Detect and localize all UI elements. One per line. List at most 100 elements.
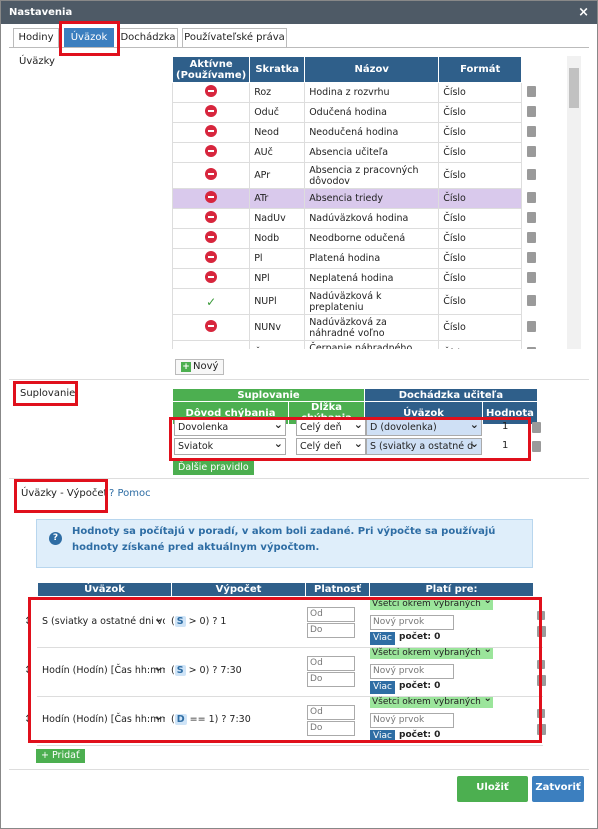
trash-icon[interactable] bbox=[527, 191, 537, 203]
trash-icon[interactable] bbox=[527, 125, 537, 137]
new-button[interactable]: + Nový bbox=[175, 359, 225, 375]
plati-select[interactable]: Všetci okrem vybraných bbox=[370, 693, 493, 708]
value-cell[interactable]: 1 bbox=[502, 440, 508, 451]
close-button[interactable]: Zatvoriť bbox=[532, 776, 584, 802]
plati-select[interactable]: Všetci okrem vybraných bbox=[370, 595, 493, 610]
add-rule-button[interactable]: Ďalšie pravidlo bbox=[173, 461, 254, 475]
delete-cell[interactable] bbox=[521, 162, 542, 189]
cell-active[interactable] bbox=[172, 82, 251, 103]
check-icon[interactable]: ✓ bbox=[206, 347, 216, 350]
cell-active[interactable] bbox=[172, 228, 251, 249]
table-row[interactable]: NUNv Nadúväzková za náhradné voľno Číslo bbox=[172, 314, 542, 341]
trash-icon[interactable] bbox=[537, 626, 546, 637]
cell-active[interactable] bbox=[172, 314, 251, 341]
trash-icon[interactable] bbox=[532, 441, 541, 452]
table-row[interactable]: ATr Absencia triedy Číslo bbox=[172, 188, 542, 209]
delete-cell[interactable] bbox=[521, 102, 542, 123]
novy-prvok-input[interactable]: Nový prvok bbox=[370, 615, 454, 630]
delete-cell[interactable] bbox=[521, 228, 542, 249]
do-input[interactable]: Do bbox=[307, 672, 355, 687]
tab-dochadzka[interactable]: Dochádzka bbox=[118, 28, 178, 47]
uvazky-scrollbar[interactable] bbox=[567, 56, 581, 349]
table-row[interactable]: Neod Neodučená hodina Číslo bbox=[172, 122, 542, 143]
minus-icon[interactable] bbox=[205, 231, 218, 243]
minus-icon[interactable] bbox=[205, 125, 218, 137]
trash-icon[interactable] bbox=[527, 145, 537, 157]
trash-icon[interactable] bbox=[527, 211, 537, 223]
uvazok-select[interactable]: Hodín (Hodín) [Čas hh:mm] bbox=[39, 663, 165, 680]
uvazok-select[interactable]: Hodín (Hodín) [Čas hh:mm] bbox=[39, 712, 165, 729]
cell-active[interactable] bbox=[172, 268, 251, 289]
trash-icon[interactable] bbox=[527, 346, 537, 349]
do-input[interactable]: Do bbox=[307, 623, 355, 638]
copy-icon[interactable] bbox=[537, 709, 545, 718]
table-row[interactable]: NadUv Nadúväzková hodina Číslo bbox=[172, 208, 542, 229]
copy-icon[interactable] bbox=[537, 660, 545, 669]
plati-select[interactable]: Všetci okrem vybraných bbox=[370, 644, 493, 659]
novy-prvok-input[interactable]: Nový prvok bbox=[370, 713, 454, 728]
trash-icon[interactable] bbox=[537, 675, 546, 686]
trash-icon[interactable] bbox=[527, 271, 537, 283]
delete-cell[interactable] bbox=[521, 248, 542, 269]
formula[interactable]: (S > 0) ? 7:30 bbox=[171, 665, 242, 676]
scrollbar-thumb[interactable] bbox=[569, 68, 579, 108]
trash-icon[interactable] bbox=[537, 724, 546, 735]
trash-icon[interactable] bbox=[527, 294, 537, 306]
minus-icon[interactable] bbox=[205, 211, 218, 223]
od-input[interactable]: Od bbox=[307, 607, 355, 622]
tab-hodiny[interactable]: Hodiny bbox=[13, 28, 59, 47]
minus-icon[interactable] bbox=[205, 320, 218, 332]
value-cell[interactable]: 1 bbox=[502, 421, 508, 432]
tab-pouzivatelske-prava[interactable]: Používateľské práva bbox=[182, 28, 287, 47]
delete-cell[interactable] bbox=[521, 288, 542, 315]
length-select[interactable]: Celý deň bbox=[296, 438, 366, 455]
minus-icon[interactable] bbox=[205, 85, 218, 97]
minus-icon[interactable] bbox=[205, 145, 218, 157]
drag-handle-icon[interactable]: ↕ bbox=[24, 665, 32, 676]
close-icon[interactable]: × bbox=[578, 1, 589, 24]
cell-active[interactable] bbox=[172, 248, 251, 269]
formula[interactable]: (S > 0) ? 1 bbox=[171, 616, 226, 627]
cell-active[interactable]: ✓ bbox=[172, 340, 251, 350]
novy-prvok-input[interactable]: Nový prvok bbox=[370, 664, 454, 679]
minus-icon[interactable] bbox=[205, 105, 218, 117]
viac-button[interactable]: Viac bbox=[370, 632, 395, 645]
cell-active[interactable] bbox=[172, 188, 251, 209]
cell-active[interactable]: ✓ bbox=[172, 288, 251, 315]
trash-icon[interactable] bbox=[527, 168, 537, 180]
delete-cell[interactable] bbox=[521, 268, 542, 289]
cell-active[interactable] bbox=[172, 142, 251, 163]
reason-select[interactable]: Sviatok bbox=[174, 438, 286, 455]
table-row[interactable]: APr Absencia z pracovných dôvodov Číslo bbox=[172, 162, 542, 189]
help-link[interactable]: ? Pomoc bbox=[109, 488, 151, 499]
tab-uvazok[interactable]: Úväzok bbox=[64, 28, 114, 47]
od-input[interactable]: Od bbox=[307, 705, 355, 720]
trash-icon[interactable] bbox=[527, 320, 537, 332]
trash-icon[interactable] bbox=[527, 231, 537, 243]
length-select[interactable]: Celý deň bbox=[296, 419, 366, 436]
trash-icon[interactable] bbox=[527, 105, 537, 117]
delete-cell[interactable] bbox=[521, 340, 542, 349]
uvazok-select[interactable]: S (sviatky a ostatné dni vo bbox=[39, 614, 165, 631]
copy-icon[interactable] bbox=[537, 611, 545, 620]
table-row[interactable]: Nodb Neodborne odučená Číslo bbox=[172, 228, 542, 249]
do-input[interactable]: Do bbox=[307, 721, 355, 736]
save-button[interactable]: Uložiť zmeny bbox=[457, 776, 528, 817]
minus-icon[interactable] bbox=[205, 191, 218, 203]
trash-icon[interactable] bbox=[532, 422, 541, 433]
trash-icon[interactable] bbox=[527, 85, 537, 97]
delete-cell[interactable] bbox=[521, 142, 542, 163]
table-row[interactable]: NPl Neplatená hodina Číslo bbox=[172, 268, 542, 289]
add-button[interactable]: + Pridať bbox=[36, 749, 85, 763]
cell-active[interactable] bbox=[172, 102, 251, 123]
viac-button[interactable]: Viac bbox=[370, 681, 395, 694]
table-row[interactable]: ✓ NUPl Nadúväzková k preplateniu Číslo bbox=[172, 288, 542, 315]
minus-icon[interactable] bbox=[205, 271, 218, 283]
delete-cell[interactable] bbox=[521, 188, 542, 209]
cell-active[interactable] bbox=[172, 162, 251, 189]
formula[interactable]: (D == 1) ? 7:30 bbox=[171, 714, 251, 725]
viac-button[interactable]: Viac bbox=[370, 730, 395, 743]
delete-cell[interactable] bbox=[521, 122, 542, 143]
table-row[interactable]: ✓ ČNvČerpanie náhradného voľnaČíslo bbox=[172, 340, 542, 350]
table-row[interactable]: AUč Absencia učiteľa Číslo bbox=[172, 142, 542, 163]
